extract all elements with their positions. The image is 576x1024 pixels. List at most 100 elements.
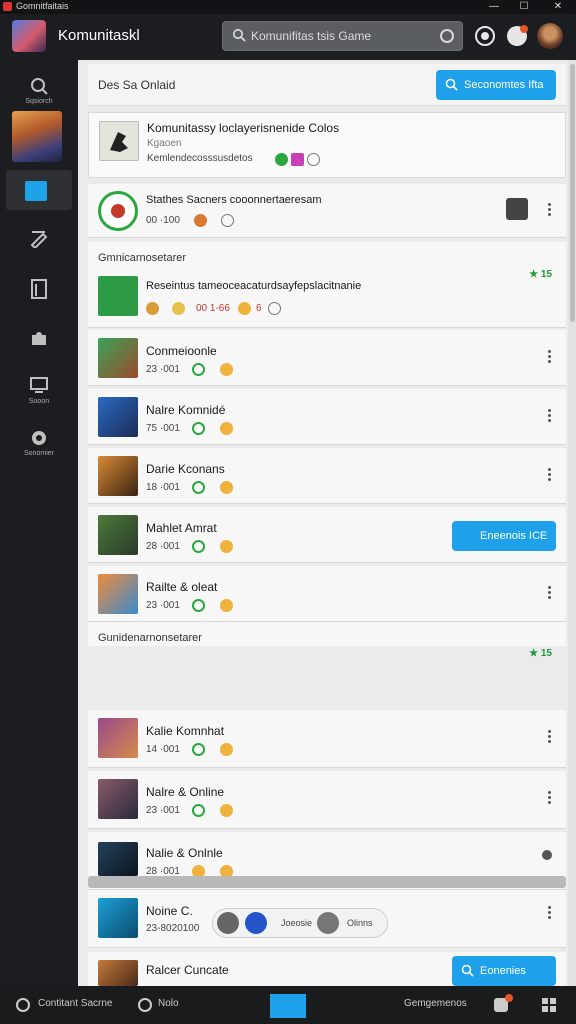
sidebar-item-library[interactable]	[6, 270, 72, 310]
more-options-icon[interactable]	[548, 791, 552, 805]
user-avatar[interactable]	[12, 111, 62, 162]
more-options-icon[interactable]	[548, 350, 552, 364]
star-icon	[220, 743, 233, 756]
settings-icon[interactable]	[475, 26, 495, 46]
item-title: Noine C.	[146, 904, 193, 918]
list-item[interactable]: Darie Kconans 18 ·001	[88, 448, 566, 504]
list-item[interactable]: Conmeioonle 23 ·001	[88, 330, 566, 386]
section-card: Gmnicarnosetarer ★ 15 Reseintus tameocea…	[88, 242, 566, 328]
featured-title: Komunitassy loclayerisnenide Colos	[147, 121, 340, 135]
sidebar-item-search[interactable]: Sqsiorch	[6, 68, 72, 108]
action-pill[interactable]: Joeosie Olinns	[212, 908, 388, 938]
more-options-icon[interactable]	[548, 203, 552, 217]
info-icon[interactable]	[307, 153, 320, 166]
sidebar-item-screen[interactable]: Sooon	[6, 368, 72, 408]
featured-card[interactable]: Komunitassy loclayerisnenide Colos Kgaoe…	[88, 112, 566, 178]
back-icon[interactable]	[217, 912, 239, 934]
bottom-mid-label[interactable]: Nolo	[158, 998, 179, 1009]
puzzle-icon	[32, 332, 46, 345]
windows-icon[interactable]	[270, 994, 306, 1018]
item-meta: 18 ·001	[146, 482, 180, 493]
list-item[interactable]: Railte & oleat 23 ·001	[88, 566, 566, 622]
more-options-icon[interactable]	[548, 906, 552, 920]
result-title: Stathes Sacners cooonnertaeresam	[146, 194, 322, 206]
status-icon[interactable]	[16, 998, 30, 1012]
online-status-icon	[192, 743, 205, 756]
app-title: Komunitaskl	[58, 27, 140, 44]
item-title: Nalie & Onlnle	[146, 846, 223, 860]
window-title: Gomnitfaitais	[16, 1, 69, 11]
item-thumbnail	[98, 456, 138, 496]
content-topbar: Des Sa Onlaid Seconomtes Ifta	[88, 64, 566, 106]
item-action-button[interactable]: Eonenies	[452, 956, 556, 986]
search-icon	[31, 78, 48, 95]
list-item[interactable]: Ralcer Cuncate Eonenies	[88, 952, 566, 986]
sidebar-item-settings[interactable]: Sonomier	[6, 420, 72, 460]
section-card: Gunidenarnonsetarer ★ 15	[88, 622, 566, 659]
link-icon[interactable]	[317, 912, 339, 934]
maximize-button[interactable]: ☐	[514, 0, 534, 14]
more-options-icon[interactable]	[548, 730, 552, 744]
section-count: ★ 15	[529, 269, 552, 280]
featured-meta: Kemlendecosssusdetos	[147, 153, 253, 164]
profile-avatar[interactable]	[537, 23, 563, 49]
online-status-icon	[192, 599, 205, 612]
search-icon	[461, 964, 474, 977]
pill-label: Olinns	[347, 918, 373, 928]
edit-icon	[30, 231, 48, 248]
join-icon	[461, 529, 474, 542]
item-action-button[interactable]: Eneenois ICE	[452, 521, 556, 551]
list-item[interactable]: Nalre & Online 23 ·001	[88, 771, 566, 829]
list-item[interactable]: Kalie Komnhat 14 ·001	[88, 710, 566, 768]
check-icon[interactable]	[245, 912, 267, 934]
scrollbar-thumb[interactable]	[570, 64, 575, 322]
notification-badge	[520, 25, 528, 33]
horizontal-scrollbar[interactable]	[88, 876, 566, 888]
section-thumbnail	[98, 276, 138, 316]
play-button[interactable]	[506, 198, 528, 220]
timer-icon[interactable]	[138, 998, 152, 1012]
item-thumbnail	[98, 338, 138, 378]
window-logo-icon	[3, 2, 12, 11]
list-item[interactable]: Nalre Komnidé 75 ·001	[88, 389, 566, 445]
close-button[interactable]: ✕	[548, 0, 568, 14]
search-icon	[233, 29, 246, 42]
grid-icon[interactable]	[542, 998, 556, 1012]
minimize-button[interactable]: —	[484, 0, 504, 14]
star-icon	[220, 363, 233, 376]
pill-label: Joeosie	[281, 918, 313, 928]
sidebar-item-puzzle[interactable]	[6, 320, 72, 360]
more-options-icon[interactable]	[548, 468, 552, 482]
refresh-icon[interactable]	[440, 29, 454, 43]
item-thumbnail	[98, 898, 138, 938]
search-input[interactable]	[251, 26, 431, 46]
online-status-icon	[275, 153, 288, 166]
section-title: Gunidenarnonsetarer	[98, 632, 202, 644]
search-result-row[interactable]: Stathes Sacners cooonnertaeresam 00 ·100	[88, 184, 566, 238]
window-titlebar: Gomnitfaitais — ☐ ✕	[0, 0, 576, 14]
more-options-icon[interactable]	[548, 586, 552, 600]
section-item-meta: 00 1-66	[196, 303, 230, 314]
info-icon[interactable]	[268, 302, 281, 315]
coin-icon	[172, 302, 185, 315]
more-options-icon[interactable]	[548, 409, 552, 423]
list-item[interactable]: Mahlet Amrat 28 ·001 Eneenois ICE	[88, 507, 566, 563]
app-logo[interactable]	[12, 20, 46, 52]
item-thumbnail	[98, 779, 138, 819]
bottom-right-label[interactable]: Gemgemenos	[404, 998, 467, 1009]
featured-subtitle: Kgaoen	[147, 138, 182, 149]
search-box[interactable]	[222, 21, 463, 51]
bottom-left-label[interactable]: Contitant Sacrne	[38, 998, 113, 1009]
search-online-button[interactable]: Seconomtes Ifta	[436, 70, 556, 100]
notification-badge	[505, 994, 513, 1002]
item-title: Ralcer Cuncate	[146, 963, 229, 977]
star-icon	[220, 804, 233, 817]
section-count: ★ 15	[529, 648, 552, 659]
list-item[interactable]: Nalie & Onlnle 28 ·001	[88, 832, 566, 878]
item-title: Mahlet Amrat	[146, 521, 217, 535]
sidebar: Sqsiorch Sooon Sonomier	[0, 60, 78, 986]
sidebar-item-home[interactable]	[6, 170, 72, 210]
item-thumbnail	[98, 842, 138, 876]
sidebar-item-edit[interactable]	[6, 220, 72, 260]
online-status-icon	[192, 804, 205, 817]
